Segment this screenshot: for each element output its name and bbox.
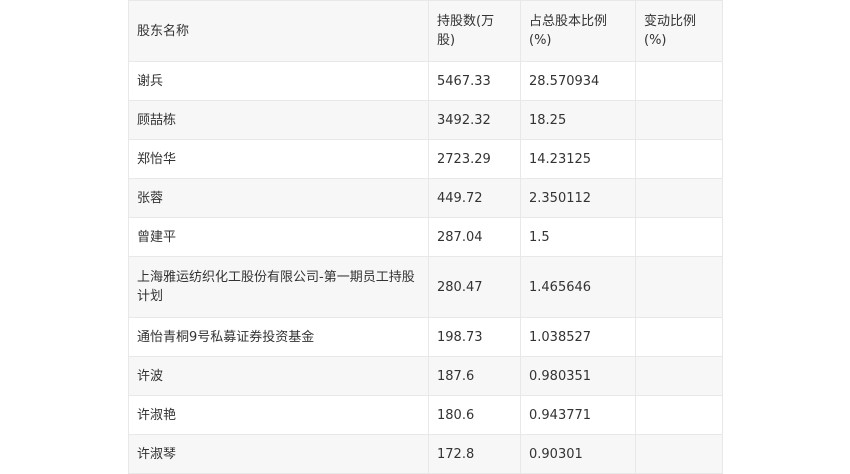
shareholder-name-cell: 谢兵: [128, 61, 429, 101]
table-header: 股东名称 持股数(万股) 占总股本比例(%) 变动比例(%): [128, 0, 723, 62]
ratio-cell: 1.5: [520, 217, 636, 257]
shareholder-name-cell: 通怡青桐9号私募证券投资基金: [128, 317, 429, 357]
shareholder-name-cell: 许波: [128, 356, 429, 396]
shares-cell: 187.6: [428, 356, 521, 396]
shares-cell: 280.47: [428, 256, 521, 318]
shares-cell: 3492.32: [428, 100, 521, 140]
ratio-cell: 14.23125: [520, 139, 636, 179]
shareholder-table-container: 股东名称 持股数(万股) 占总股本比例(%) 变动比例(%) 谢兵 5467.3…: [128, 0, 723, 474]
ratio-cell: 0.943771: [520, 395, 636, 435]
ratio-cell: 2.350112: [520, 178, 636, 218]
table-row: 张蓉 449.72 2.350112: [128, 178, 723, 218]
shares-cell: 287.04: [428, 217, 521, 257]
change-cell: [635, 61, 723, 101]
table-row: 谢兵 5467.33 28.570934: [128, 61, 723, 101]
header-row: 股东名称 持股数(万股) 占总股本比例(%) 变动比例(%): [128, 0, 723, 62]
change-cell: [635, 356, 723, 396]
shareholder-name-cell: 上海雅运纺织化工股份有限公司-第一期员工持股计划: [128, 256, 429, 318]
ratio-cell: 28.570934: [520, 61, 636, 101]
shareholder-name-cell: 许淑琴: [128, 434, 429, 474]
table-row: 通怡青桐9号私募证券投资基金 198.73 1.038527: [128, 317, 723, 357]
ratio-cell: 18.25: [520, 100, 636, 140]
shares-cell: 2723.29: [428, 139, 521, 179]
header-shares: 持股数(万股): [428, 0, 521, 62]
table-row: 上海雅运纺织化工股份有限公司-第一期员工持股计划 280.47 1.465646: [128, 256, 723, 318]
change-cell: [635, 100, 723, 140]
shareholder-name-cell: 张蓉: [128, 178, 429, 218]
shareholder-name-cell: 郑怡华: [128, 139, 429, 179]
change-cell: [635, 317, 723, 357]
shares-cell: 180.6: [428, 395, 521, 435]
table-row: 曾建平 287.04 1.5: [128, 217, 723, 257]
change-cell: [635, 434, 723, 474]
header-shareholder-name: 股东名称: [128, 0, 429, 62]
change-cell: [635, 395, 723, 435]
shareholder-name-cell: 许淑艳: [128, 395, 429, 435]
header-change-ratio: 变动比例(%): [635, 0, 723, 62]
shareholder-name-cell: 曾建平: [128, 217, 429, 257]
header-share-ratio: 占总股本比例(%): [520, 0, 636, 62]
change-cell: [635, 256, 723, 318]
ratio-cell: 1.465646: [520, 256, 636, 318]
ratio-cell: 1.038527: [520, 317, 636, 357]
table-row: 许波 187.6 0.980351: [128, 356, 723, 396]
shares-cell: 198.73: [428, 317, 521, 357]
shares-cell: 5467.33: [428, 61, 521, 101]
table-body: 谢兵 5467.33 28.570934 顾喆栋 3492.32 18.25 郑…: [128, 61, 723, 474]
ratio-cell: 0.980351: [520, 356, 636, 396]
change-cell: [635, 139, 723, 179]
change-cell: [635, 178, 723, 218]
table-row: 郑怡华 2723.29 14.23125: [128, 139, 723, 179]
shareholder-name-cell: 顾喆栋: [128, 100, 429, 140]
table-row: 顾喆栋 3492.32 18.25: [128, 100, 723, 140]
shares-cell: 172.8: [428, 434, 521, 474]
change-cell: [635, 217, 723, 257]
ratio-cell: 0.90301: [520, 434, 636, 474]
table-row: 许淑艳 180.6 0.943771: [128, 395, 723, 435]
shareholder-table: 股东名称 持股数(万股) 占总股本比例(%) 变动比例(%) 谢兵 5467.3…: [128, 0, 723, 474]
table-row: 许淑琴 172.8 0.90301: [128, 434, 723, 474]
shares-cell: 449.72: [428, 178, 521, 218]
